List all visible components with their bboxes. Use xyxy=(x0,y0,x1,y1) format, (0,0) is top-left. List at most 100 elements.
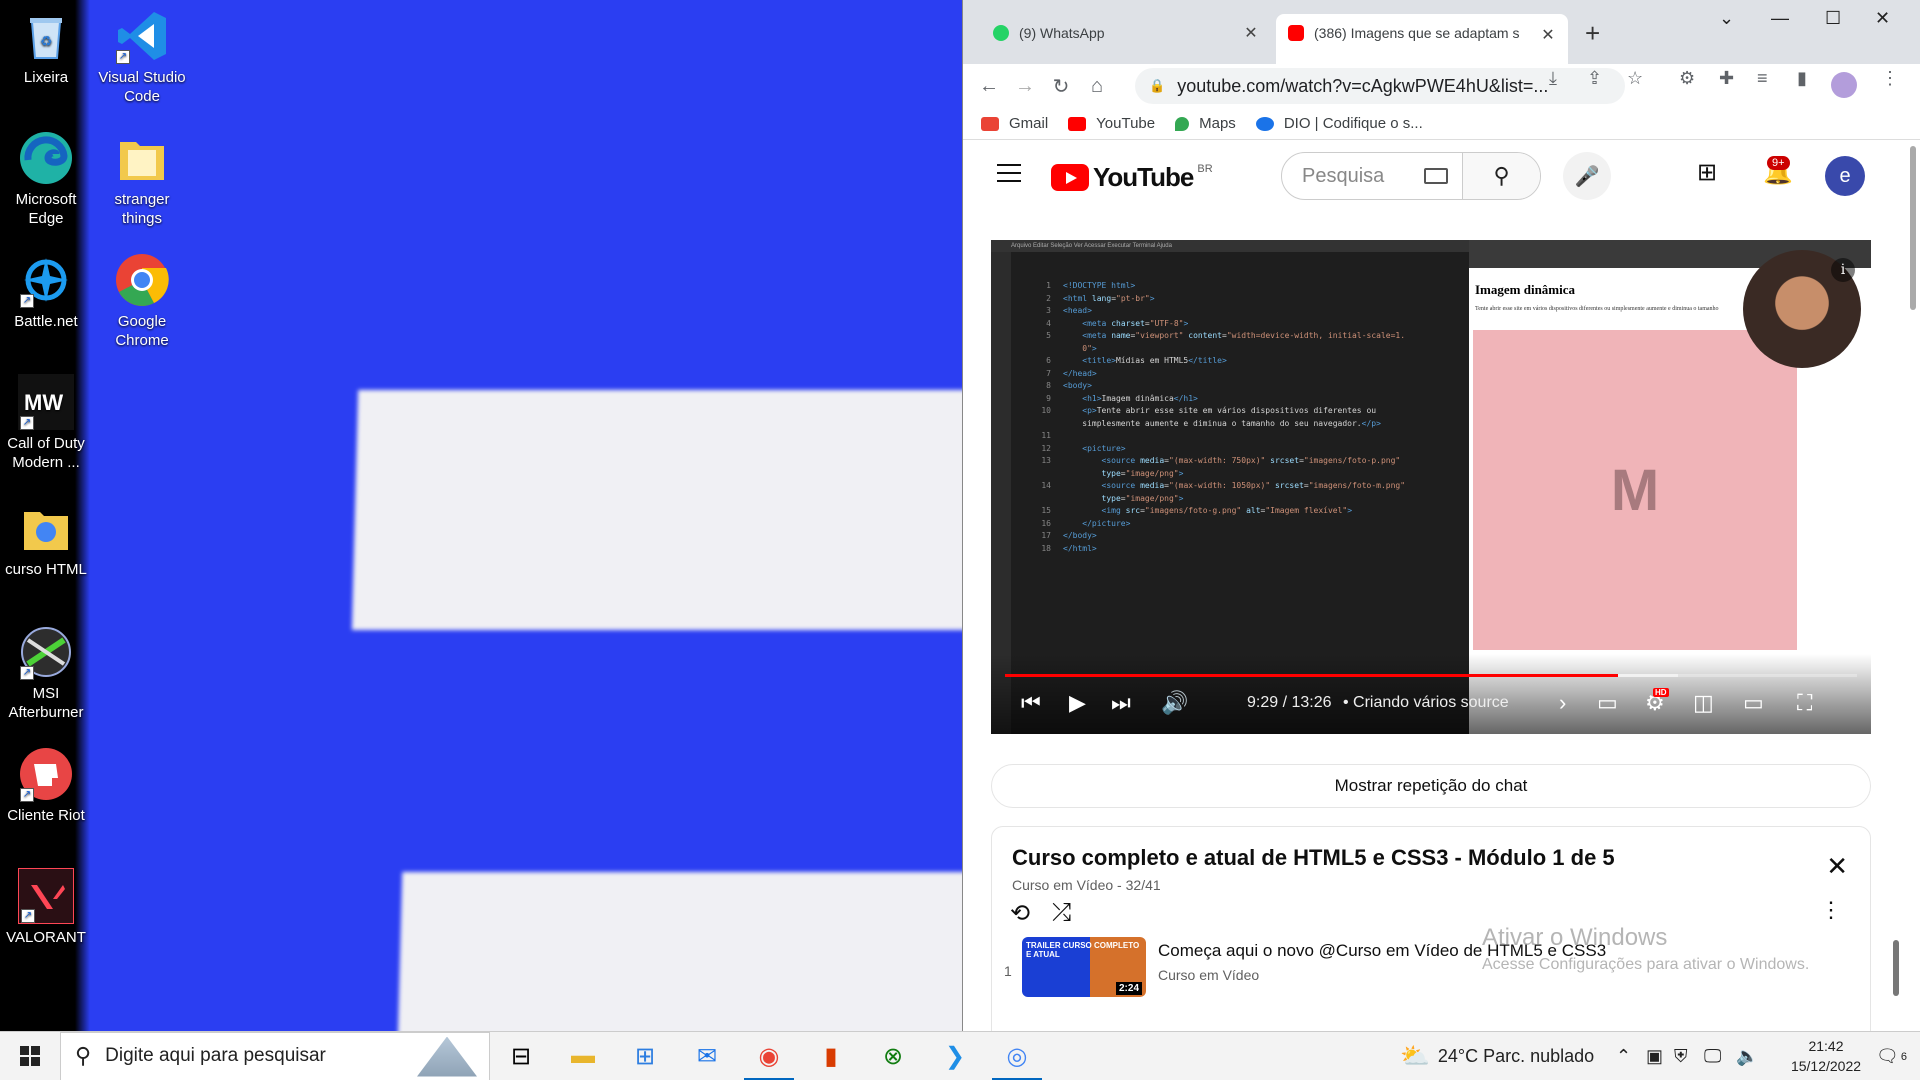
create-video-icon[interactable]: ⊞ xyxy=(1697,158,1717,187)
search-input[interactable]: Pesquisa xyxy=(1282,165,1424,188)
new-tab-button[interactable]: + xyxy=(1585,18,1600,49)
bookmark-star-icon[interactable]: ☆ xyxy=(1627,68,1643,89)
microphone-icon[interactable]: 🎤 xyxy=(1563,152,1611,200)
browser-toolbar: ← → ↻ ⌂ 🔒 youtube.com/watch?v=cAgkwPWE4h… xyxy=(963,64,1920,108)
desktop-icon-valorant[interactable]: ↗ VALORANT xyxy=(0,868,94,947)
progress-bar[interactable] xyxy=(1005,674,1857,677)
search-button[interactable]: ⚲ xyxy=(1462,153,1540,199)
weather-widget[interactable]: ⛅ 24°C Parc. nublado xyxy=(1400,1032,1594,1080)
desktop-icon-lixeira[interactable]: ♻ Lixeira xyxy=(0,8,94,87)
tab-whatsapp[interactable]: (9) WhatsApp ✕ xyxy=(981,14,1271,52)
notifications-icon[interactable]: 🗨 6 xyxy=(1876,1032,1907,1080)
valorant-icon: ↗ xyxy=(18,868,74,924)
back-button[interactable]: ← xyxy=(971,68,1007,104)
chrome-taskbar-icon[interactable]: ◎ xyxy=(986,1032,1048,1080)
close-tab-icon[interactable]: ✕ xyxy=(1540,25,1556,45)
desktop-icon-curso-html[interactable]: curso HTML xyxy=(0,500,94,579)
desktop-icon-stranger-things[interactable]: stranger things xyxy=(94,130,190,228)
loop-icon[interactable]: ⟲ xyxy=(1010,899,1030,928)
defender-icon[interactable]: ⛨ xyxy=(1674,1032,1688,1080)
desktop-icon-label: Battle.net xyxy=(14,313,78,330)
bookmark-youtube[interactable]: YouTube xyxy=(1068,115,1155,132)
play-icon[interactable]: ▶ xyxy=(1069,690,1086,716)
file-explorer-icon[interactable]: ▬ xyxy=(552,1032,614,1080)
bookmark-maps[interactable]: Maps xyxy=(1175,115,1236,132)
chrome-menu-icon[interactable]: ⋮ xyxy=(1881,68,1899,89)
microsoft-store-icon[interactable]: ⊞ xyxy=(614,1032,676,1080)
playlist-item-channel[interactable]: Curso em Vídeo xyxy=(1158,967,1259,983)
desktop-icon-call-of-duty[interactable]: MW ↗ Call of Duty Modern ... xyxy=(0,374,94,472)
close-window-button[interactable]: ✕ xyxy=(1875,8,1890,29)
windows-logo-icon xyxy=(20,1046,40,1066)
playlist-scrollbar[interactable] xyxy=(1893,940,1899,996)
network-icon[interactable]: 🖵 xyxy=(1704,1032,1721,1080)
tab-search-chevron-icon[interactable]: ⌄ xyxy=(1719,8,1734,29)
close-playlist-icon[interactable]: ✕ xyxy=(1826,851,1848,882)
chapter-chevron-icon[interactable]: › xyxy=(1559,690,1566,716)
reload-button[interactable]: ↻ xyxy=(1043,68,1079,104)
whatsapp-icon xyxy=(993,25,1009,41)
volume-icon[interactable]: 🔊 xyxy=(1161,690,1188,716)
video-player[interactable]: Arquivo Editar Seleção Ver Acessar Execu… xyxy=(991,240,1871,734)
show-chat-replay-button[interactable]: Mostrar repetição do chat xyxy=(991,764,1871,808)
account-avatar[interactable]: e xyxy=(1825,156,1865,196)
system-clock[interactable]: 21:42 15/12/2022 xyxy=(1778,1036,1874,1076)
desktop: ♻ Lixeira ↗ Visual Studio Code Microsoft… xyxy=(0,0,962,1031)
search-icon: ⚲ xyxy=(75,1043,92,1068)
miniplayer-icon[interactable]: ◫ xyxy=(1693,690,1714,716)
youtube-icon xyxy=(1068,116,1087,131)
page-scrollbar[interactable] xyxy=(1910,146,1916,310)
profile-avatar[interactable] xyxy=(1831,72,1857,98)
svg-text:MW: MW xyxy=(24,390,63,415)
desktop-icon-battlenet[interactable]: ↗ Battle.net xyxy=(0,252,94,331)
home-button[interactable]: ⌂ xyxy=(1079,68,1115,104)
minimize-button[interactable]: — xyxy=(1771,8,1789,29)
youtube-logo[interactable]: YouTube BR xyxy=(1051,162,1213,193)
taskbar-search-box[interactable]: ⚲ Digite aqui para pesquisar xyxy=(60,1031,490,1080)
forward-button[interactable]: → xyxy=(1007,68,1043,104)
desktop-icon-riot-client[interactable]: ↗ Cliente Riot xyxy=(0,746,94,825)
desktop-icon-chrome[interactable]: Google Chrome xyxy=(94,252,190,350)
close-tab-icon[interactable]: ✕ xyxy=(1243,23,1259,43)
keyboard-icon[interactable] xyxy=(1424,168,1448,184)
volume-tray-icon[interactable]: 🔈 xyxy=(1736,1032,1758,1080)
chapter-title[interactable]: • Criando vários source xyxy=(1343,694,1509,712)
video-thumbnail[interactable]: TRAILER CURSO COMPLETO E ATUAL 2:24 xyxy=(1022,937,1146,997)
previous-icon[interactable]: ⏮ xyxy=(1021,690,1041,716)
meet-now-icon[interactable]: ▣ xyxy=(1646,1032,1663,1080)
bookmark-gmail[interactable]: Gmail xyxy=(981,115,1048,132)
share-icon[interactable]: ⇪ xyxy=(1587,68,1602,89)
youtube-search-box[interactable]: Pesquisa ⚲ xyxy=(1281,152,1541,200)
desktop-icon-edge[interactable]: Microsoft Edge xyxy=(0,130,94,228)
task-view-icon[interactable]: ⊟ xyxy=(490,1032,552,1080)
desktop-icon-msi-afterburner[interactable]: ↗ MSI Afterburner xyxy=(0,624,94,722)
theater-mode-icon[interactable]: ▭ xyxy=(1743,690,1764,716)
mail-icon[interactable]: ✉ xyxy=(676,1032,738,1080)
extensions-puzzle-icon[interactable]: ✚ xyxy=(1719,68,1734,89)
info-icon[interactable]: i xyxy=(1831,258,1855,282)
tab-youtube[interactable]: (386) Imagens que se adaptam s ✕ xyxy=(1276,14,1568,64)
office-icon[interactable]: ▮ xyxy=(800,1032,862,1080)
show-hidden-icons-chevron-icon[interactable]: ⌃ xyxy=(1616,1032,1631,1080)
desktop-icon-vscode[interactable]: ↗ Visual Studio Code xyxy=(94,8,190,106)
chrome-app-icon-profile[interactable]: ◉ xyxy=(738,1032,800,1080)
bookmark-dio[interactable]: DIO | Codifique o s... xyxy=(1255,115,1423,132)
youtube-play-icon xyxy=(1051,164,1089,191)
next-icon[interactable]: ⏭ xyxy=(1111,690,1131,716)
side-panel-icon[interactable]: ▮ xyxy=(1797,68,1807,89)
fullscreen-icon[interactable]: ⛶ xyxy=(1797,690,1812,716)
playlist-title[interactable]: Curso completo e atual de HTML5 e CSS3 -… xyxy=(1012,845,1615,871)
more-options-icon[interactable]: ⋮ xyxy=(1820,897,1842,923)
xbox-icon[interactable]: ⊗ xyxy=(862,1032,924,1080)
msi-afterburner-icon: ↗ xyxy=(18,624,74,680)
start-button[interactable] xyxy=(0,1032,60,1080)
media-control-icon[interactable]: ≡ xyxy=(1757,68,1768,89)
subtitles-icon[interactable]: ▭ xyxy=(1597,690,1618,716)
install-app-icon[interactable]: ⤓ xyxy=(1549,68,1557,89)
maximize-button[interactable]: ☐ xyxy=(1825,8,1841,29)
menu-hamburger-icon[interactable] xyxy=(997,164,1021,188)
extension-icon[interactable]: ⚙ xyxy=(1679,68,1695,89)
vscode-taskbar-icon[interactable]: ❯ xyxy=(924,1032,986,1080)
notification-badge: 9+ xyxy=(1767,156,1790,170)
shuffle-icon[interactable]: ⤮ xyxy=(1052,899,1071,927)
